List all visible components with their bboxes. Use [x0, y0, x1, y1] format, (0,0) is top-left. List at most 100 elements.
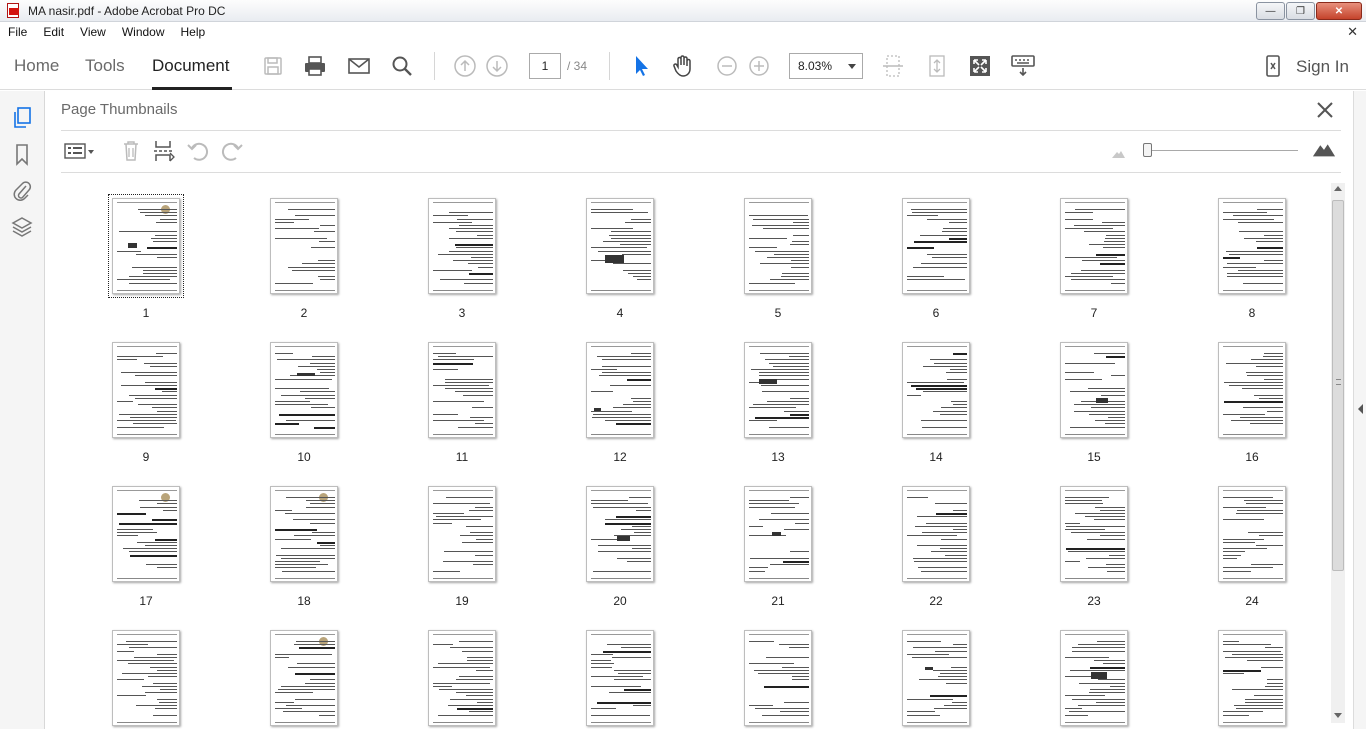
page-thumbnail-image[interactable] — [112, 630, 180, 726]
mobile-link-icon[interactable] — [1260, 53, 1286, 79]
page-thumbnail[interactable]: 2 — [214, 173, 374, 320]
rotate-left-icon[interactable] — [186, 139, 210, 163]
page-thumbnail-image[interactable] — [112, 486, 180, 582]
page-thumbnail[interactable]: 31 — [1004, 605, 1164, 729]
page-thumbnail-image[interactable] — [744, 198, 812, 294]
rotate-right-icon[interactable] — [220, 139, 244, 163]
page-thumbnail[interactable]: 19 — [372, 461, 532, 608]
page-thumbnail[interactable]: 10 — [214, 317, 374, 464]
page-thumbnail[interactable]: 12 — [530, 317, 690, 464]
page-thumbnail-image[interactable] — [108, 194, 184, 298]
close-document-button[interactable]: ✕ — [1347, 24, 1358, 40]
layers-icon[interactable] — [10, 215, 34, 239]
page-thumbnail[interactable]: 16 — [1162, 317, 1322, 464]
print-icon[interactable] — [302, 53, 328, 79]
page-thumbnail[interactable]: 14 — [846, 317, 1006, 464]
page-thumbnail-image[interactable] — [586, 198, 654, 294]
page-thumbnail[interactable]: 30 — [846, 605, 1006, 729]
page-thumbnail-image[interactable] — [270, 486, 338, 582]
page-thumbnail-image[interactable] — [1060, 342, 1128, 438]
menu-view[interactable]: View — [72, 25, 114, 39]
small-mountain-icon[interactable] — [1106, 141, 1130, 165]
page-thumbnail-image[interactable] — [586, 630, 654, 726]
page-thumbnail-image[interactable] — [428, 630, 496, 726]
insert-pages-icon[interactable] — [152, 139, 176, 163]
page-thumbnail[interactable]: 21 — [688, 461, 848, 608]
page-thumbnail-image[interactable] — [744, 486, 812, 582]
page-thumbnail[interactable]: 17 — [56, 461, 216, 608]
page-thumbnail-image[interactable] — [902, 486, 970, 582]
sign-in-button[interactable]: Sign In — [1296, 57, 1349, 77]
scroll-up-icon[interactable] — [1334, 186, 1342, 191]
page-thumbnail[interactable]: 6 — [846, 173, 1006, 320]
thumbnail-size-slider[interactable] — [1146, 150, 1298, 151]
page-thumbnail-image[interactable] — [744, 342, 812, 438]
page-thumbnail[interactable]: 29 — [688, 605, 848, 729]
scrolling-mode-icon[interactable] — [924, 53, 950, 79]
right-pane-toggle[interactable] — [1353, 91, 1366, 729]
delete-icon[interactable] — [119, 139, 143, 163]
page-thumbnail-image[interactable] — [902, 342, 970, 438]
page-thumbnail[interactable]: 26 — [214, 605, 374, 729]
menu-file[interactable]: File — [0, 25, 35, 39]
page-thumbnail-image[interactable] — [1218, 630, 1286, 726]
page-thumbnail-image[interactable] — [1218, 342, 1286, 438]
page-thumbnail-image[interactable] — [586, 342, 654, 438]
full-screen-icon[interactable] — [967, 53, 993, 79]
page-thumbnail[interactable]: 24 — [1162, 461, 1322, 608]
page-thumbnail-image[interactable] — [1060, 630, 1128, 726]
page-thumbnail[interactable]: 9 — [56, 317, 216, 464]
minimize-button[interactable]: — — [1256, 2, 1285, 20]
tab-home[interactable]: Home — [14, 56, 59, 76]
maximize-button[interactable]: ❐ — [1286, 2, 1315, 20]
menu-window[interactable]: Window — [114, 25, 173, 39]
page-thumbnail-image[interactable] — [902, 198, 970, 294]
page-thumbnail[interactable]: 1 — [56, 173, 216, 320]
fit-page-icon[interactable] — [880, 53, 906, 79]
page-thumbnail-image[interactable] — [270, 342, 338, 438]
page-thumbnails-icon[interactable] — [10, 106, 34, 130]
bookmark-icon[interactable] — [10, 143, 34, 167]
page-thumbnail-image[interactable] — [270, 630, 338, 726]
page-thumbnail[interactable]: 28 — [530, 605, 690, 729]
page-thumbnail[interactable]: 22 — [846, 461, 1006, 608]
page-thumbnail[interactable]: 5 — [688, 173, 848, 320]
page-thumbnail[interactable]: 25 — [56, 605, 216, 729]
page-thumbnail-image[interactable] — [1060, 198, 1128, 294]
close-window-button[interactable]: ✕ — [1316, 2, 1362, 20]
page-thumbnail-image[interactable] — [1218, 486, 1286, 582]
save-icon[interactable] — [260, 53, 286, 79]
page-thumbnail[interactable]: 8 — [1162, 173, 1322, 320]
page-thumbnail[interactable]: 13 — [688, 317, 848, 464]
tab-tools[interactable]: Tools — [85, 56, 125, 76]
zoom-out-icon[interactable] — [714, 53, 740, 79]
options-menu-icon[interactable] — [63, 139, 95, 163]
vertical-scrollbar[interactable] — [1331, 183, 1345, 723]
search-icon[interactable] — [389, 53, 415, 79]
slider-handle[interactable] — [1143, 143, 1152, 157]
page-thumbnail[interactable]: 4 — [530, 173, 690, 320]
menu-edit[interactable]: Edit — [35, 25, 72, 39]
page-thumbnail-image[interactable] — [1218, 198, 1286, 294]
scroll-down-icon[interactable] — [1334, 713, 1342, 718]
page-thumbnail[interactable]: 23 — [1004, 461, 1164, 608]
page-thumbnail-image[interactable] — [902, 630, 970, 726]
hand-tool-icon[interactable] — [670, 53, 696, 79]
page-thumbnail-image[interactable] — [270, 198, 338, 294]
scrollbar-thumb[interactable] — [1332, 200, 1344, 571]
tab-document[interactable]: Document — [152, 56, 229, 76]
email-icon[interactable] — [346, 53, 372, 79]
page-thumbnail-image[interactable] — [428, 198, 496, 294]
page-thumbnail[interactable]: 11 — [372, 317, 532, 464]
page-thumbnail[interactable]: 20 — [530, 461, 690, 608]
page-thumbnail-image[interactable] — [428, 486, 496, 582]
menu-help[interactable]: Help — [173, 25, 214, 39]
page-thumbnail[interactable]: 3 — [372, 173, 532, 320]
keyboard-dropdown-icon[interactable] — [1010, 53, 1036, 79]
page-thumbnail-image[interactable] — [112, 342, 180, 438]
page-thumbnail[interactable]: 15 — [1004, 317, 1164, 464]
close-panel-icon[interactable] — [1314, 99, 1336, 121]
page-thumbnail-image[interactable] — [586, 486, 654, 582]
select-tool-icon[interactable] — [628, 53, 654, 79]
page-thumbnail-image[interactable] — [428, 342, 496, 438]
